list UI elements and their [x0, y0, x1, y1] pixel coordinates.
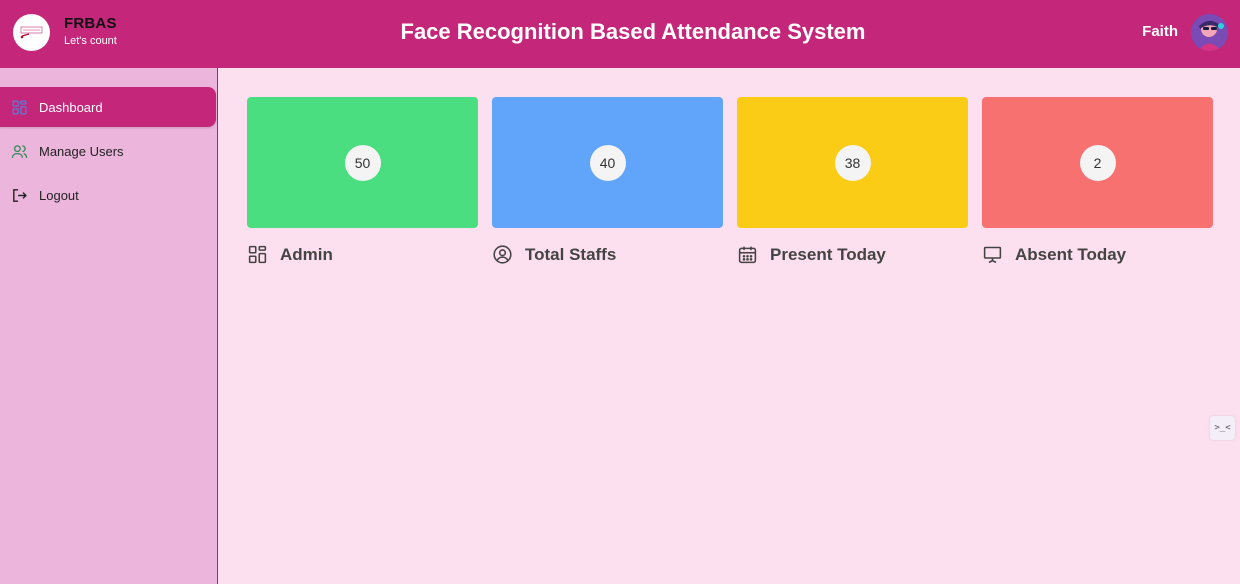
- presentation-board-icon: [982, 244, 1003, 265]
- count-badge: 50: [344, 144, 381, 181]
- calendar-icon: [737, 244, 758, 265]
- card-label-absent-today: Absent Today: [982, 244, 1126, 265]
- sidebar-item-manage-users[interactable]: Manage Users: [0, 131, 216, 171]
- sidebar-item-dashboard[interactable]: Dashboard: [0, 87, 216, 127]
- card-label-text: Absent Today: [1015, 244, 1127, 264]
- count-badge: 2: [1079, 144, 1116, 181]
- logout-icon: [11, 187, 28, 204]
- card-label-admin: Admin: [247, 244, 333, 265]
- top-bar: FRBAS Let's count Face Recognition Based…: [0, 0, 1240, 68]
- users-icon: [11, 143, 28, 160]
- sidebar-item-label: Dashboard: [39, 99, 103, 115]
- user-name[interactable]: Faith: [1142, 23, 1178, 40]
- stat-card-present-today[interactable]: 38: [737, 97, 968, 228]
- avatar[interactable]: [1191, 14, 1228, 51]
- sidebar-item-logout[interactable]: Logout: [0, 175, 216, 215]
- count-badge: 40: [589, 144, 626, 181]
- sidebar-item-label: Logout: [39, 187, 79, 203]
- sidebar-item-label: Manage Users: [39, 143, 124, 159]
- card-label-total-staffs: Total Staffs: [492, 244, 616, 265]
- code-chat-icon[interactable]: >_<: [1210, 416, 1235, 440]
- card-label-text: Total Staffs: [525, 244, 617, 264]
- card-label-present-today: Present Today: [737, 244, 886, 265]
- user-circle-icon: [492, 244, 513, 265]
- stat-card-total-staffs[interactable]: 40: [492, 97, 723, 228]
- card-label-text: Present Today: [770, 244, 886, 264]
- dashboard-grid-icon: [11, 99, 28, 116]
- stat-card-absent-today[interactable]: 2: [982, 97, 1213, 228]
- sidebar: Dashboard Manage Users Logout: [0, 68, 218, 584]
- dashboard-grid-icon: [247, 244, 268, 265]
- card-label-text: Admin: [280, 244, 333, 264]
- page-title: Face Recognition Based Attendance System: [400, 19, 866, 44]
- stat-card-admin[interactable]: 50: [247, 97, 478, 228]
- count-badge: 38: [834, 144, 871, 181]
